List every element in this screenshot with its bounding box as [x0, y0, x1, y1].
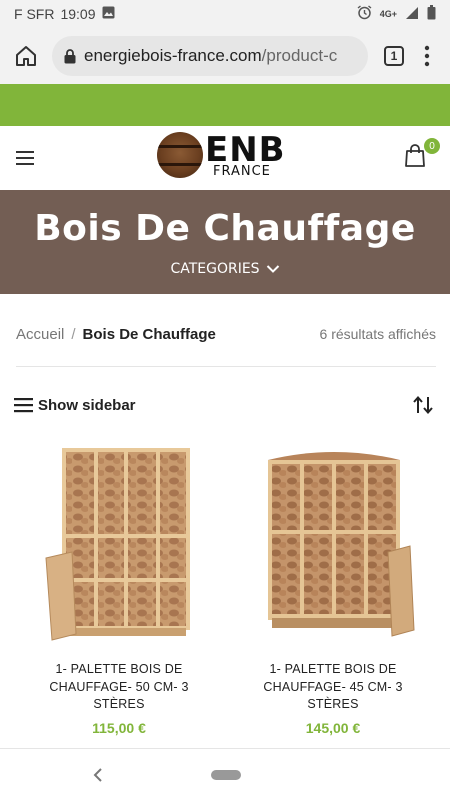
signal-icon — [405, 6, 419, 23]
product-image[interactable] — [238, 440, 428, 645]
page-title: Bois De Chauffage — [34, 208, 416, 249]
browser-toolbar: energiebois-france.com/product-c 1 — [0, 28, 450, 84]
product-price: 115,00 € — [92, 719, 146, 736]
breadcrumb: Accueil / Bois De Chauffage 6 résultats … — [16, 322, 436, 346]
product-image[interactable] — [24, 440, 214, 645]
site-logo[interactable]: ENB FRANCE — [157, 132, 286, 178]
home-button[interactable] — [8, 38, 44, 74]
shopping-bag-icon — [405, 144, 425, 167]
shop-toolbar: Show sidebar — [14, 394, 436, 416]
sort-arrows-icon — [413, 395, 433, 415]
logo-main-text: ENB — [205, 129, 286, 170]
top-banner — [0, 84, 450, 126]
divider — [0, 748, 450, 749]
home-gesture-pill[interactable] — [211, 770, 241, 780]
categories-dropdown[interactable]: CATEGORIES — [170, 261, 279, 277]
cart-button[interactable]: 0 — [404, 138, 440, 170]
network-type-label: 4G+ — [379, 9, 397, 19]
lock-icon — [64, 48, 76, 64]
show-sidebar-label: Show sidebar — [38, 396, 136, 414]
breadcrumb-current: Bois De Chauffage — [82, 325, 216, 343]
site-header: ENB FRANCE 0 — [0, 126, 450, 190]
divider — [16, 366, 436, 367]
alarm-icon — [357, 5, 372, 23]
cart-count-badge: 0 — [424, 138, 440, 154]
product-name[interactable]: 1- PALETTE BOIS DE CHAUFFAGE- 45 CM- 3 S… — [238, 661, 428, 714]
back-chevron-icon — [93, 768, 102, 782]
product-price: 145,00 € — [305, 719, 361, 736]
system-navigation-bar — [0, 752, 450, 800]
back-button[interactable] — [88, 764, 108, 786]
tabs-button[interactable]: 1 — [376, 38, 412, 74]
carrier-label: F SFR — [14, 6, 55, 22]
barrel-logo-icon — [157, 132, 203, 178]
product-card[interactable]: 1- PALETTE BOIS DE CHAUFFAGE- 45 CM- 3 S… — [228, 440, 438, 740]
show-sidebar-button[interactable]: Show sidebar — [14, 397, 136, 414]
results-count: 6 résultats affichés — [319, 326, 436, 342]
status-bar: F SFR 19:09 4G+ — [0, 0, 450, 28]
url-host: energiebois-france.com — [84, 46, 262, 65]
tab-count: 1 — [384, 46, 404, 66]
image-notification-icon — [102, 6, 115, 22]
chevron-down-icon — [266, 265, 279, 273]
more-vertical-icon — [424, 45, 430, 67]
home-icon — [16, 46, 36, 66]
breadcrumb-separator: / — [71, 325, 76, 343]
address-bar[interactable]: energiebois-france.com/product-c — [52, 36, 368, 76]
url-path: /product-c — [261, 46, 338, 65]
logo-sub-text: FRANCE — [213, 163, 271, 179]
product-grid: 1- PALETTE BOIS DE CHAUFFAGE- 50 CM- 3 S… — [0, 440, 450, 740]
product-name[interactable]: 1- PALETTE BOIS DE CHAUFFAGE- 50 CM- 3 S… — [24, 661, 214, 714]
category-hero: Bois De Chauffage CATEGORIES — [0, 190, 450, 294]
browser-menu-button[interactable] — [412, 38, 442, 74]
sort-button[interactable] — [410, 394, 436, 416]
product-card[interactable]: 1- PALETTE BOIS DE CHAUFFAGE- 50 CM- 3 S… — [14, 440, 224, 740]
categories-label: CATEGORIES — [170, 261, 260, 277]
url-text: energiebois-france.com/product-c — [84, 46, 337, 66]
hamburger-menu-icon[interactable] — [16, 146, 40, 170]
breadcrumb-home-link[interactable]: Accueil — [16, 326, 64, 343]
battery-icon — [427, 5, 436, 23]
list-menu-icon — [14, 398, 33, 413]
clock: 19:09 — [60, 6, 96, 22]
